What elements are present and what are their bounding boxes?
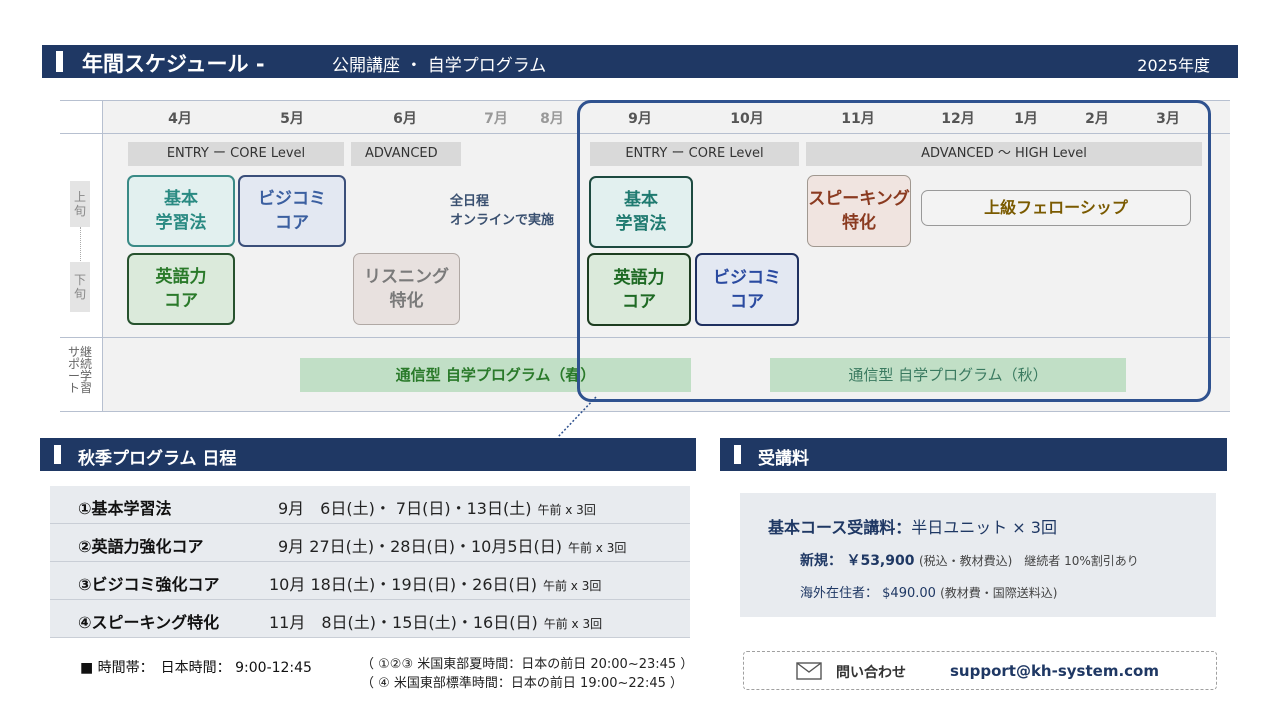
table-row: ②英語力強化コア 9月 27日(土)・28日(日)・10月5日(日) 午前 x 3…: [50, 524, 690, 562]
course-spring-bizcomm: ビジコミ コア: [238, 175, 346, 247]
table-row: ③ビジコミ強化コア 10月 18日(土)・19日(日)・26日(日) 午前 x 3…: [50, 562, 690, 600]
autumn-section-title: 秋季プログラム 日程: [78, 449, 237, 469]
autumn-section-header: 秋季プログラム 日程: [40, 438, 696, 471]
contact-email-link[interactable]: support@kh-system.com: [950, 662, 1159, 680]
autumn-highlight-frame: [577, 100, 1211, 402]
fee-section-title: 受講料: [758, 449, 809, 469]
online-note: 全日程 オンラインで実施: [450, 194, 555, 228]
autumn-schedule-table: ①基本学習法 9月 6日(土)・ 7日(日)・13日(土) 午前 x 3回 ②英語…: [50, 486, 690, 638]
mail-icon: [796, 662, 822, 680]
page-subtitle: 公開講座 ・ 自学プログラム: [332, 56, 547, 76]
contact-box: 問い合わせ support@kh-system.com: [743, 651, 1217, 690]
course-dates: 9月 6日(土)・ 7日(日)・13日(土) 午前 x 3回: [278, 499, 596, 518]
month-jul: 7月: [484, 111, 508, 127]
course-dates: 10月 18日(土)・19日(日)・26日(日) 午前 x 3回: [269, 575, 602, 594]
fee-overseas: 海外在住者： $490.00 (教材費・国際送料込): [800, 586, 1058, 601]
title-bar: 年間スケジュール - 公開講座 ・ 自学プログラム 2025年度: [42, 45, 1238, 78]
course-dates: 11月 8日(土)・15日(土)・16日(日) 午前 x 3回: [269, 613, 603, 632]
time-note-summer: （ ①②③ 米国東部夏時間：日本の前日 20:00~23:45 ）: [361, 657, 694, 672]
fee-section-header: 受講料: [720, 438, 1227, 471]
course-dates: 9月 27日(土)・28日(日)・10月5日(日) 午前 x 3回: [278, 537, 627, 556]
page-title: 年間スケジュール -: [82, 52, 265, 76]
time-slot-label: ■ 時間帯： 日本時間： 9:00-12:45: [80, 660, 312, 676]
row-label-support: 継続学習サポート: [68, 345, 93, 395]
course-name: ①基本学習法: [78, 499, 172, 518]
table-row: ①基本学習法 9月 6日(土)・ 7日(日)・13日(土) 午前 x 3回: [50, 486, 690, 524]
month-jun: 6月: [393, 111, 417, 127]
fiscal-year: 2025年度: [1137, 56, 1210, 75]
title-mark: [56, 51, 63, 72]
level-band-spring-entry: ENTRY ー CORE Level: [128, 142, 344, 166]
grid-line-bottom: [60, 411, 1230, 412]
contact-label: 問い合わせ: [836, 665, 906, 681]
course-spring-english: 英語力 コア: [127, 253, 235, 325]
autumn-section-mark: [54, 445, 61, 464]
highlight-connector: [557, 396, 597, 438]
course-name: ④スピーキング特化: [78, 613, 220, 632]
time-note-standard: （ ④ 米国東部標準時間：日本の前日 19:00~22:45 ）: [361, 676, 684, 691]
fee-box: 基本コース受講料：半日ユニット × 3回 新規： ￥53,900 (税込・教材費…: [740, 493, 1216, 617]
row-label-upper: 上旬: [70, 181, 90, 227]
fee-new: 新規： ￥53,900 (税込・教材費込) 継続者 10%割引あり: [800, 553, 1139, 569]
row-label-dots: [80, 227, 81, 261]
month-aug: 8月: [540, 111, 564, 127]
course-spring-listening: リスニング 特化: [353, 253, 460, 325]
grid-line-left: [102, 100, 103, 411]
fee-section-mark: [734, 445, 741, 464]
row-label-lower: 下旬: [70, 262, 90, 312]
table-row: ④スピーキング特化 11月 8日(土)・15日(土)・16日(日) 午前 x 3回: [50, 600, 690, 638]
fee-title: 基本コース受講料：半日ユニット × 3回: [768, 518, 1057, 537]
course-name: ②英語力強化コア: [78, 537, 204, 556]
course-name: ③ビジコミ強化コア: [78, 575, 220, 594]
level-band-spring-advanced: ADVANCED: [351, 142, 461, 166]
month-may: 5月: [280, 111, 304, 127]
course-spring-basic: 基本 学習法: [127, 175, 235, 247]
month-apr: 4月: [168, 111, 192, 127]
